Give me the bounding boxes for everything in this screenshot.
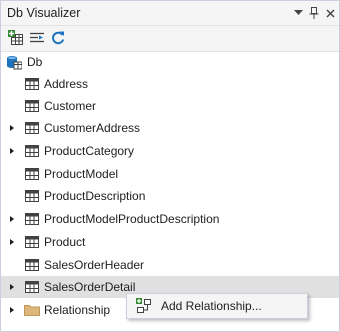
expand-arrow-icon[interactable] (7, 231, 17, 253)
table-icon (25, 280, 39, 294)
tree-item-customer[interactable]: Customer (1, 95, 339, 117)
expand-arrow-icon[interactable] (7, 117, 17, 139)
tree-item-label: SalesOrderHeader (44, 258, 145, 272)
tree-item-label: ProductModel (44, 167, 119, 181)
expand-arrow-icon[interactable] (7, 140, 17, 162)
add-relationship-icon (136, 298, 152, 314)
tree-item-label: ProductDescription (44, 189, 146, 203)
refresh-icon[interactable] (49, 29, 67, 47)
tree-item-label: Customer (44, 99, 97, 113)
db-tree: Db Address Customer CustomerAddress Prod… (1, 51, 339, 331)
tree-item-label: Relationship (44, 303, 111, 317)
title-bar: Db Visualizer (1, 1, 339, 26)
table-icon (25, 121, 39, 135)
tree-item-label: Address (44, 77, 89, 91)
table-icon (25, 77, 39, 91)
db-visualizer-window: Db Visualizer Db Address Customer Custom… (0, 0, 340, 332)
tree-item-salesorderheader[interactable]: SalesOrderHeader (1, 254, 339, 276)
filter-icon[interactable] (28, 29, 46, 47)
tree-item-label: ProductCategory (44, 144, 135, 158)
tree-item-product[interactable]: Product (1, 231, 339, 253)
table-icon (25, 212, 39, 226)
expand-arrow-icon[interactable] (7, 299, 17, 321)
tree-item-label: Product (44, 235, 86, 249)
expand-arrow-icon[interactable] (7, 276, 17, 298)
table-icon (25, 167, 39, 181)
tree-item-productmodel[interactable]: ProductModel (1, 163, 339, 185)
toolbar (1, 26, 339, 52)
context-menu: Add Relationship... (126, 293, 308, 319)
dropdown-arrow-icon[interactable] (291, 5, 305, 21)
tree-item-address[interactable]: Address (1, 73, 339, 95)
table-icon (25, 189, 39, 203)
tree-item-productdescription[interactable]: ProductDescription (1, 185, 339, 207)
tree-item-productmodelproductdescription[interactable]: ProductModelProductDescription (1, 208, 339, 230)
table-icon (25, 144, 39, 158)
tree-item-productcategory[interactable]: ProductCategory (1, 140, 339, 162)
tree-item-label: SalesOrderDetail (44, 280, 136, 294)
menu-item-label: Add Relationship... (161, 299, 262, 313)
menu-item-add-relationship[interactable]: Add Relationship... (128, 295, 306, 317)
tree-root-label: Db (27, 55, 43, 69)
add-table-icon[interactable] (7, 29, 25, 47)
pin-icon[interactable] (307, 5, 321, 21)
tree-root-db[interactable]: Db (1, 51, 339, 73)
tree-item-customeraddress[interactable]: CustomerAddress (1, 117, 339, 139)
table-icon (25, 258, 39, 272)
table-icon (25, 99, 39, 113)
close-icon[interactable] (323, 5, 337, 21)
expand-arrow-icon[interactable] (7, 208, 17, 230)
tree-item-label: CustomerAddress (44, 121, 141, 135)
folder-icon (24, 303, 40, 317)
database-icon (6, 54, 23, 70)
table-icon (25, 235, 39, 249)
tree-item-label: ProductModelProductDescription (44, 212, 220, 226)
window-title: Db Visualizer (7, 6, 81, 20)
